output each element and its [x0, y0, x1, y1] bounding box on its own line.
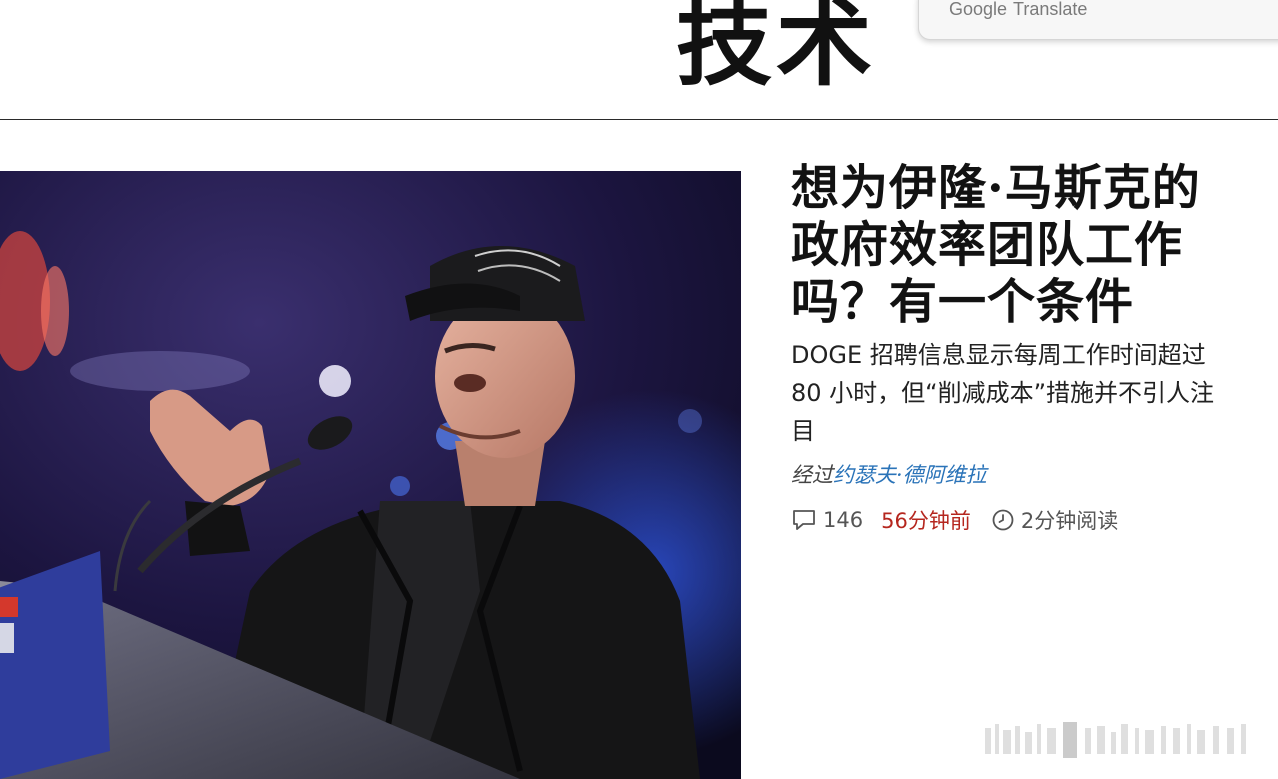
section-divider	[0, 119, 1278, 120]
comment-count: 146	[823, 508, 864, 532]
read-time-label: 2分钟阅读	[1020, 509, 1119, 533]
author-link[interactable]: 约瑟夫·德阿维拉	[833, 463, 987, 487]
published-time: 56分钟前	[881, 509, 971, 533]
article-headline[interactable]: 想为伊隆·马斯克的政府效率团队工作吗？有一个条件	[791, 160, 1231, 331]
section-title: 技术	[676, 0, 876, 99]
article-summary: DOGE 招聘信息显示每周工作时间超过 80 小时，但“削减成本”措施并不引人注…	[791, 341, 1215, 445]
read-time: 2分钟阅读	[991, 505, 1118, 535]
google-brand: Google	[949, 0, 1008, 19]
article-meta: 146 56分钟前 2分钟阅读	[791, 505, 1118, 535]
google-translate-label: Google Translate	[949, 0, 1087, 20]
article-hero-image[interactable]	[0, 171, 741, 779]
watermark-graphic	[985, 718, 1255, 762]
clock-icon	[991, 508, 1015, 532]
comment-icon	[791, 508, 817, 532]
google-translate-bar[interactable]: Google Translate	[918, 0, 1278, 40]
byline-prefix: 经过	[791, 463, 833, 487]
article-byline: 经过约瑟夫·德阿维拉	[791, 460, 987, 490]
comments-link[interactable]: 146	[791, 508, 863, 532]
translate-text: Translate	[1013, 0, 1088, 19]
